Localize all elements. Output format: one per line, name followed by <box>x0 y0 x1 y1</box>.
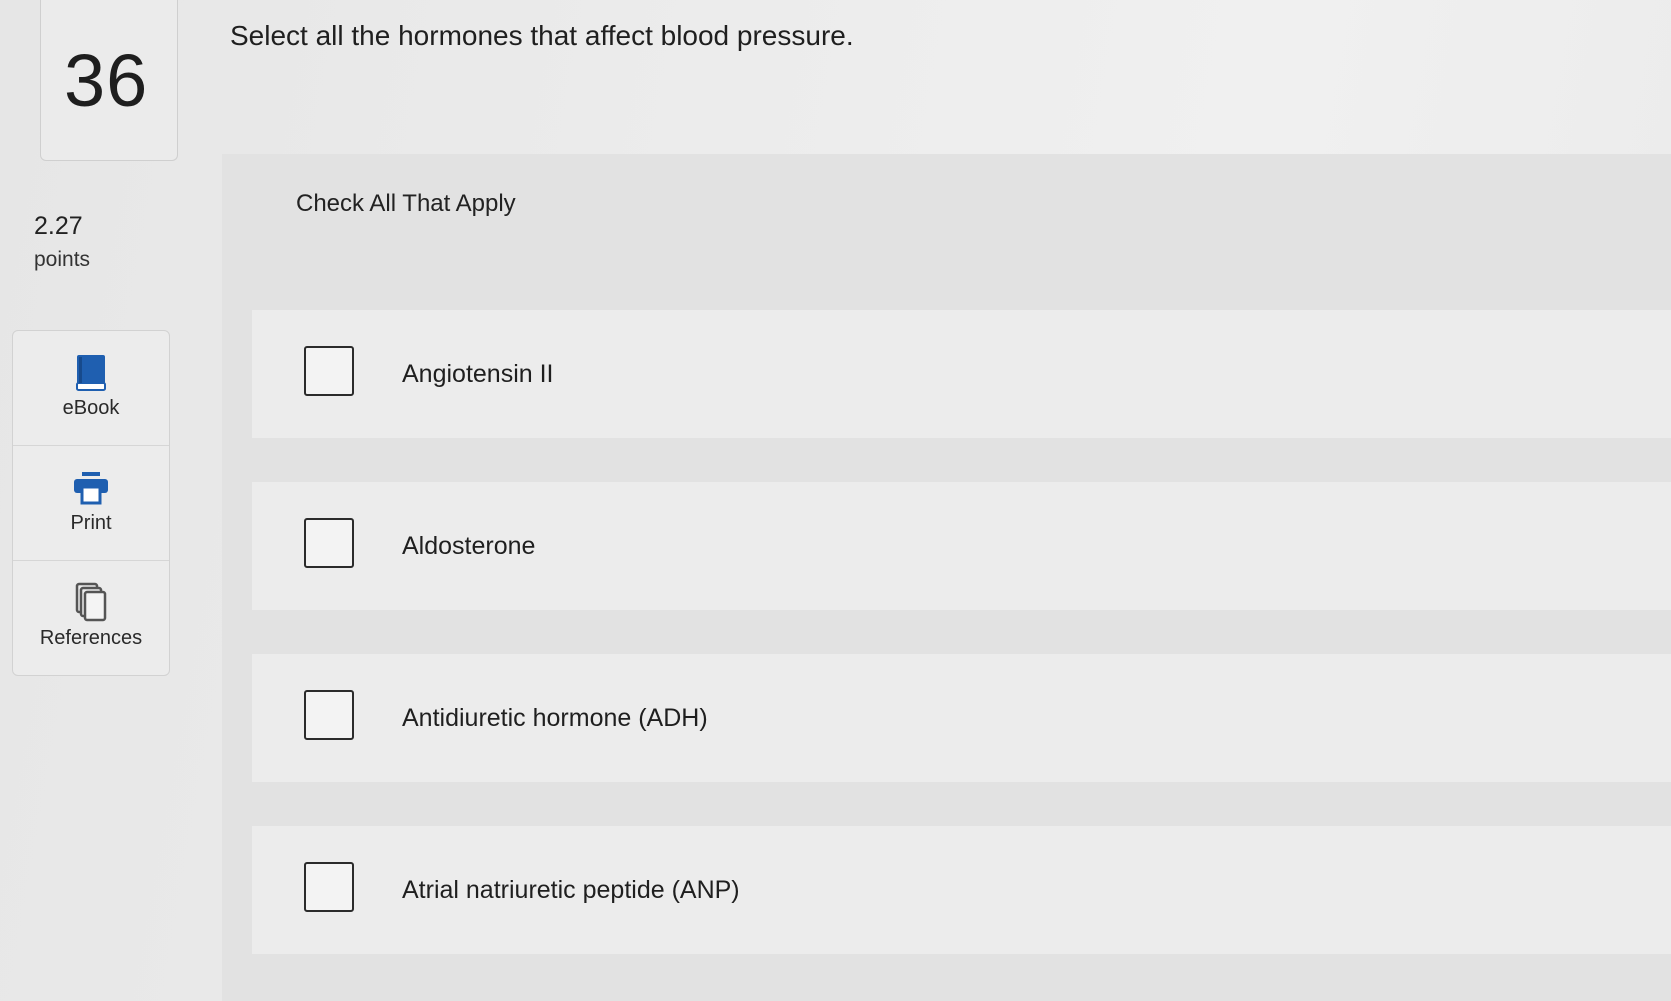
book-icon <box>71 353 111 393</box>
tools-panel: eBook Print References <box>12 330 170 676</box>
copy-pages-icon <box>71 582 111 623</box>
references-label: References <box>39 627 143 649</box>
checkbox[interactable] <box>304 862 354 912</box>
option-anp[interactable]: Atrial natriuretic peptide (ANP) <box>252 826 1671 954</box>
points-label: points <box>34 248 91 271</box>
ebook-label: eBook <box>62 397 120 419</box>
checkbox[interactable] <box>304 346 354 396</box>
question-page: 36 2.27 points eBook Print References Se… <box>0 0 1671 1001</box>
option-label: Angiotensin II <box>402 360 554 388</box>
option-angiotensin-ii[interactable]: Angiotensin II <box>252 310 1671 438</box>
option-aldosterone[interactable]: Aldosterone <box>252 482 1671 610</box>
option-label: Aldosterone <box>402 532 536 560</box>
print-button[interactable]: Print <box>13 446 169 561</box>
instruction-text: Check All That Apply <box>296 190 516 217</box>
ebook-button[interactable]: eBook <box>13 331 169 446</box>
points-value: 2.27 <box>34 212 83 240</box>
option-label: Atrial natriuretic peptide (ANP) <box>402 876 740 904</box>
question-text: Select all the hormones that affect bloo… <box>230 20 854 51</box>
option-adh[interactable]: Antidiuretic hormone (ADH) <box>252 654 1671 782</box>
print-label: Print <box>70 512 112 534</box>
checkbox[interactable] <box>304 690 354 740</box>
question-number: 36 <box>64 39 149 122</box>
references-button[interactable]: References <box>13 561 169 675</box>
printer-icon <box>71 468 111 508</box>
checkbox[interactable] <box>304 518 354 568</box>
option-label: Antidiuretic hormone (ADH) <box>402 704 708 732</box>
